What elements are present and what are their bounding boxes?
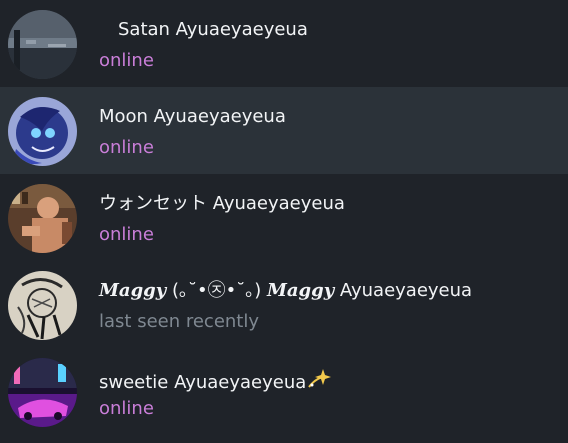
contact-name-text: sweetie Ayuaeyaeyeua bbox=[99, 372, 307, 393]
contact-status: online bbox=[99, 224, 154, 245]
contact-row-sweetie[interactable]: sweetie Ayuaeyaeyeua online bbox=[0, 348, 568, 435]
contact-name: ウォンセット Ayuaeyaeyeua bbox=[99, 193, 345, 214]
contact-status: online bbox=[99, 398, 154, 419]
contact-name: Satan Ayuaeyaeyeua bbox=[118, 19, 308, 40]
contact-row-maggy[interactable]: 𝑴𝒂𝒈𝒈𝒚 (｡˘•㉨•˘｡) 𝑴𝒂𝒈𝒈𝒚 Ayuaeyaeyeua last … bbox=[0, 261, 568, 348]
contact-name: sweetie Ayuaeyaeyeua bbox=[99, 367, 333, 394]
avatar-man-image bbox=[8, 184, 77, 253]
contact-row-moon[interactable]: Moon Ayuaeyaeyeua online bbox=[0, 87, 568, 174]
contact-name: 𝑴𝒂𝒈𝒈𝒚 (｡˘•㉨•˘｡) 𝑴𝒂𝒈𝒈𝒚 Ayuaeyaeyeua bbox=[99, 280, 472, 302]
contact-list: Satan Ayuaeyaeyeua online Moon Ayuaeyaey… bbox=[0, 0, 568, 443]
avatar-pony-image bbox=[8, 97, 77, 166]
avatar-moon[interactable] bbox=[8, 97, 77, 166]
avatar-sweetie[interactable] bbox=[8, 358, 77, 427]
name-decoration-left: 𝑴𝒂𝒈𝒈𝒚 bbox=[99, 280, 167, 301]
avatar-sketch-image bbox=[8, 271, 77, 340]
avatar-satan[interactable] bbox=[8, 10, 77, 79]
avatar-wonset[interactable] bbox=[8, 184, 77, 253]
contact-name: Moon Ayuaeyaeyeua bbox=[99, 106, 286, 127]
contact-status: online bbox=[99, 50, 154, 71]
name-kaomoji: (｡˘•㉨•˘｡) bbox=[166, 280, 267, 301]
contact-status: last seen recently bbox=[99, 311, 260, 332]
contact-row-satan[interactable]: Satan Ayuaeyaeyeua online bbox=[0, 0, 568, 87]
name-surname: Ayuaeyaeyeua bbox=[334, 280, 473, 301]
avatar-beach-image bbox=[8, 10, 77, 79]
avatar-neon-car-image bbox=[8, 358, 77, 427]
contact-row-wonset[interactable]: ウォンセット Ayuaeyaeyeua online bbox=[0, 174, 568, 261]
dizzy-sparkle-icon bbox=[308, 369, 332, 388]
contact-status: online bbox=[99, 137, 154, 158]
avatar-maggy[interactable] bbox=[8, 271, 77, 340]
name-decoration-right: 𝑴𝒂𝒈𝒈𝒚 bbox=[266, 280, 335, 301]
